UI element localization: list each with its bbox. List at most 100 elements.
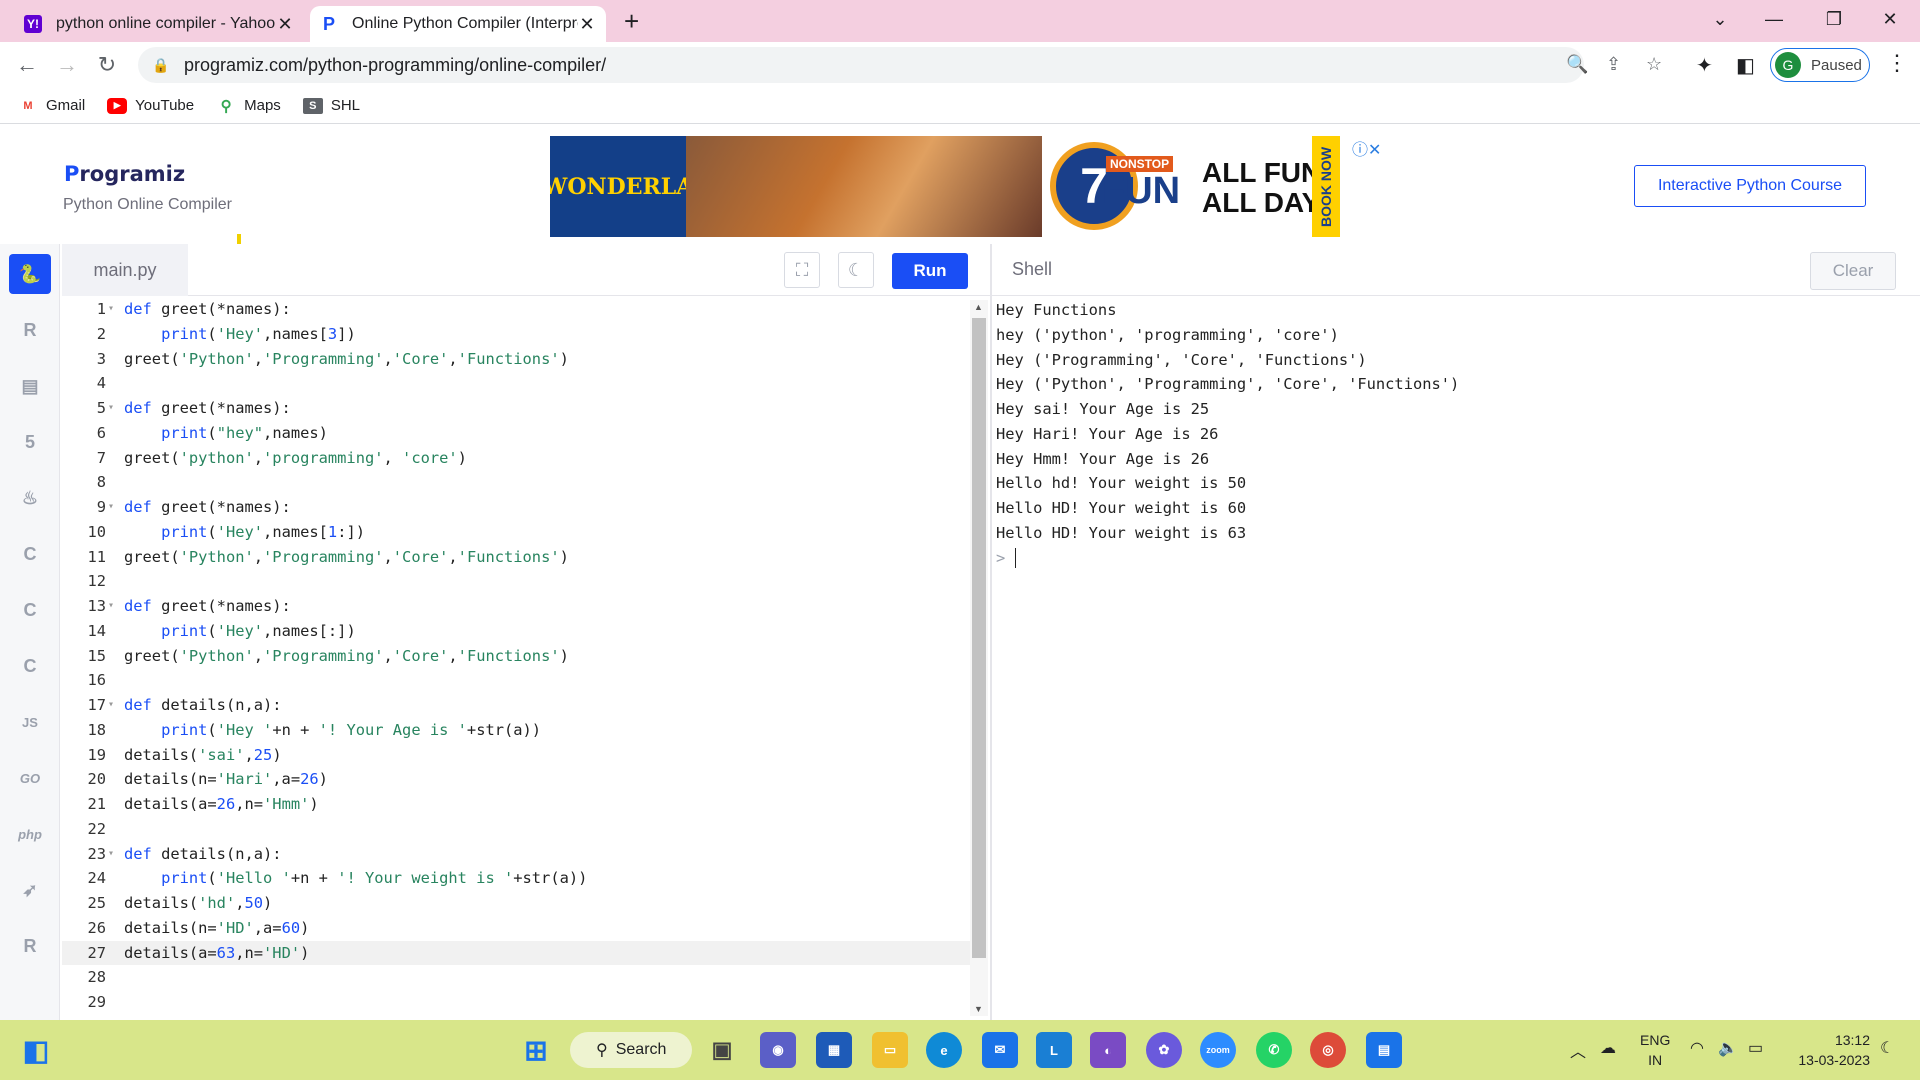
- code-line[interactable]: 4: [62, 371, 970, 396]
- file-explorer-icon[interactable]: ▭: [872, 1032, 908, 1068]
- teams-chat-icon[interactable]: ◉: [760, 1032, 796, 1068]
- editor-scrollbar[interactable]: ▲ ▼: [970, 300, 988, 1016]
- code-line[interactable]: 17 ▾ def details(n,a):: [62, 693, 970, 718]
- code-line[interactable]: 12: [62, 569, 970, 594]
- code-line[interactable]: 7 greet('python','programming', 'core'): [62, 446, 970, 471]
- scroll-down-icon[interactable]: ▼: [974, 1004, 983, 1014]
- battery-icon[interactable]: ▭: [1748, 1038, 1763, 1058]
- ad-close-icon[interactable]: ⓘ✕: [1352, 136, 1381, 160]
- bookmark-maps[interactable]: ⚲ Maps: [216, 97, 281, 115]
- fold-chevron-icon[interactable]: ▾: [108, 495, 114, 520]
- profile-button[interactable]: G Paused: [1770, 48, 1870, 82]
- csharp-language-icon[interactable]: C: [9, 646, 51, 686]
- code-line[interactable]: 15 greet('Python','Programming','Core','F…: [62, 644, 970, 669]
- file-tab-main-py[interactable]: main.py: [62, 244, 188, 296]
- restore-button[interactable]: ❐: [1814, 4, 1854, 34]
- code-line[interactable]: 1 ▾ def greet(*names):: [62, 297, 970, 322]
- code-line[interactable]: 23 ▾ def details(n,a):: [62, 842, 970, 867]
- code-line[interactable]: 22: [62, 817, 970, 842]
- minimize-button[interactable]: —: [1754, 4, 1794, 34]
- code-line[interactable]: 11 greet('Python','Programming','Core','F…: [62, 545, 970, 570]
- whatsapp-icon[interactable]: ✆: [1256, 1032, 1292, 1068]
- zoom-icon[interactable]: zoom: [1200, 1032, 1236, 1068]
- code-line[interactable]: 24 print('Hello '+n + '! Your weight is …: [62, 866, 970, 891]
- browser-menu-icon[interactable]: ⋮: [1886, 50, 1908, 76]
- close-tab-icon[interactable]: ✕: [276, 14, 294, 35]
- scroll-up-icon[interactable]: ▲: [974, 302, 983, 312]
- extensions-icon[interactable]: ✦: [1696, 53, 1713, 78]
- swift-icon[interactable]: ➶: [9, 870, 51, 910]
- python-icon[interactable]: 🐍: [9, 254, 51, 294]
- code-line[interactable]: 3 greet('Python','Programming','Core','Fu…: [62, 347, 970, 372]
- c-language-icon[interactable]: C: [9, 534, 51, 574]
- bookmark-star-icon[interactable]: ☆: [1646, 54, 1662, 75]
- java-icon[interactable]: ♨: [9, 478, 51, 518]
- code-line[interactable]: 13 ▾ def greet(*names):: [62, 594, 970, 619]
- mail-icon[interactable]: ✉: [982, 1032, 1018, 1068]
- code-line[interactable]: 2 print('Hey',names[3]): [62, 322, 970, 347]
- code-line[interactable]: 21 details(a=26,n='Hmm'): [62, 792, 970, 817]
- task-view-icon[interactable]: ▣: [704, 1032, 740, 1068]
- php-icon[interactable]: php: [9, 814, 51, 854]
- code-line[interactable]: 29: [62, 990, 970, 1014]
- browser-tab-programiz[interactable]: P Online Python Compiler (Interpre ✕: [310, 6, 606, 42]
- lenovo-l-icon[interactable]: L: [1036, 1032, 1072, 1068]
- new-tab-button[interactable]: +: [624, 6, 639, 36]
- share-icon[interactable]: ⇪: [1606, 54, 1621, 75]
- code-line[interactable]: 8: [62, 470, 970, 495]
- r-language-icon[interactable]: R: [9, 310, 51, 350]
- shell-prompt[interactable]: >: [996, 546, 1916, 571]
- forward-button[interactable]: →: [52, 50, 82, 80]
- html5-icon[interactable]: 5: [9, 422, 51, 462]
- code-line[interactable]: 28: [62, 965, 970, 990]
- fold-chevron-icon[interactable]: ▾: [108, 842, 114, 867]
- wifi-icon[interactable]: ◠: [1690, 1038, 1704, 1058]
- code-editor[interactable]: 1 ▾ def greet(*names): 2 print('Hey',names[…: [62, 296, 970, 1014]
- do-not-disturb-moon-icon[interactable]: ☾: [1880, 1038, 1894, 1058]
- javascript-icon[interactable]: JS: [9, 702, 51, 742]
- chrome-icon[interactable]: ◎: [1310, 1032, 1346, 1068]
- widgets-icon[interactable]: ◧: [18, 1032, 54, 1068]
- rust-icon[interactable]: R: [9, 926, 51, 966]
- code-line[interactable]: 26 details(n='HD',a=60): [62, 916, 970, 941]
- bookmark-youtube[interactable]: ▶ YouTube: [107, 97, 194, 114]
- fullscreen-icon[interactable]: ⛶: [784, 252, 820, 288]
- code-line[interactable]: 25 details('hd',50): [62, 891, 970, 916]
- start-windows-icon[interactable]: ⊞: [518, 1032, 554, 1068]
- cpp-language-icon[interactable]: C: [9, 590, 51, 630]
- taskbar-search[interactable]: ⚲ Search: [570, 1032, 692, 1068]
- store-icon[interactable]: ▦: [816, 1032, 852, 1068]
- system-clock[interactable]: 13:12 13-03-2023: [1790, 1030, 1870, 1070]
- bookmark-shl[interactable]: S SHL: [302, 97, 360, 114]
- back-button[interactable]: ←: [12, 50, 42, 80]
- browser-tab-yahoo[interactable]: Y! python online compiler - Yahoo ✕: [14, 6, 304, 42]
- app-icon[interactable]: ◐: [1090, 1032, 1126, 1068]
- code-line[interactable]: 16: [62, 668, 970, 693]
- code-line[interactable]: 20 details(n='Hari',a=26): [62, 767, 970, 792]
- scrollbar-thumb[interactable]: [972, 318, 986, 958]
- side-panel-icon[interactable]: ◧: [1736, 53, 1755, 78]
- close-window-button[interactable]: ✕: [1870, 4, 1910, 34]
- tab-search-chevron-icon[interactable]: ⌄: [1700, 4, 1740, 34]
- zoom-icon[interactable]: 🔍: [1566, 54, 1588, 75]
- reload-button[interactable]: ↻: [92, 50, 122, 80]
- clear-button[interactable]: Clear: [1810, 252, 1896, 290]
- fold-chevron-icon[interactable]: ▾: [108, 693, 114, 718]
- code-line[interactable]: 19 details('sai',25): [62, 743, 970, 768]
- fold-chevron-icon[interactable]: ▾: [108, 594, 114, 619]
- photos-icon[interactable]: ✿: [1146, 1032, 1182, 1068]
- shell-output[interactable]: Hey Functions hey ('python', 'programming…: [996, 298, 1916, 1014]
- notepad-icon[interactable]: ▤: [1366, 1032, 1402, 1068]
- show-hidden-icons-chevron-icon[interactable]: ︿: [1570, 1038, 1586, 1062]
- code-line[interactable]: 9 ▾ def greet(*names):: [62, 495, 970, 520]
- fold-chevron-icon[interactable]: ▾: [108, 396, 114, 421]
- go-language-icon[interactable]: GO: [9, 758, 51, 798]
- ad-banner[interactable]: WONDERLA 7 NONSTOP FUN ALL FUN, ALL DAY.…: [550, 136, 1340, 237]
- language-indicator[interactable]: ENG IN: [1640, 1030, 1670, 1070]
- fold-chevron-icon[interactable]: ▾: [108, 297, 114, 322]
- bookmark-gmail[interactable]: M Gmail: [18, 97, 85, 114]
- volume-icon[interactable]: 🔈: [1718, 1038, 1738, 1058]
- dark-mode-icon[interactable]: ☾: [838, 252, 874, 288]
- sql-database-icon[interactable]: ▤: [9, 366, 51, 406]
- onedrive-cloud-icon[interactable]: ☁: [1600, 1038, 1616, 1058]
